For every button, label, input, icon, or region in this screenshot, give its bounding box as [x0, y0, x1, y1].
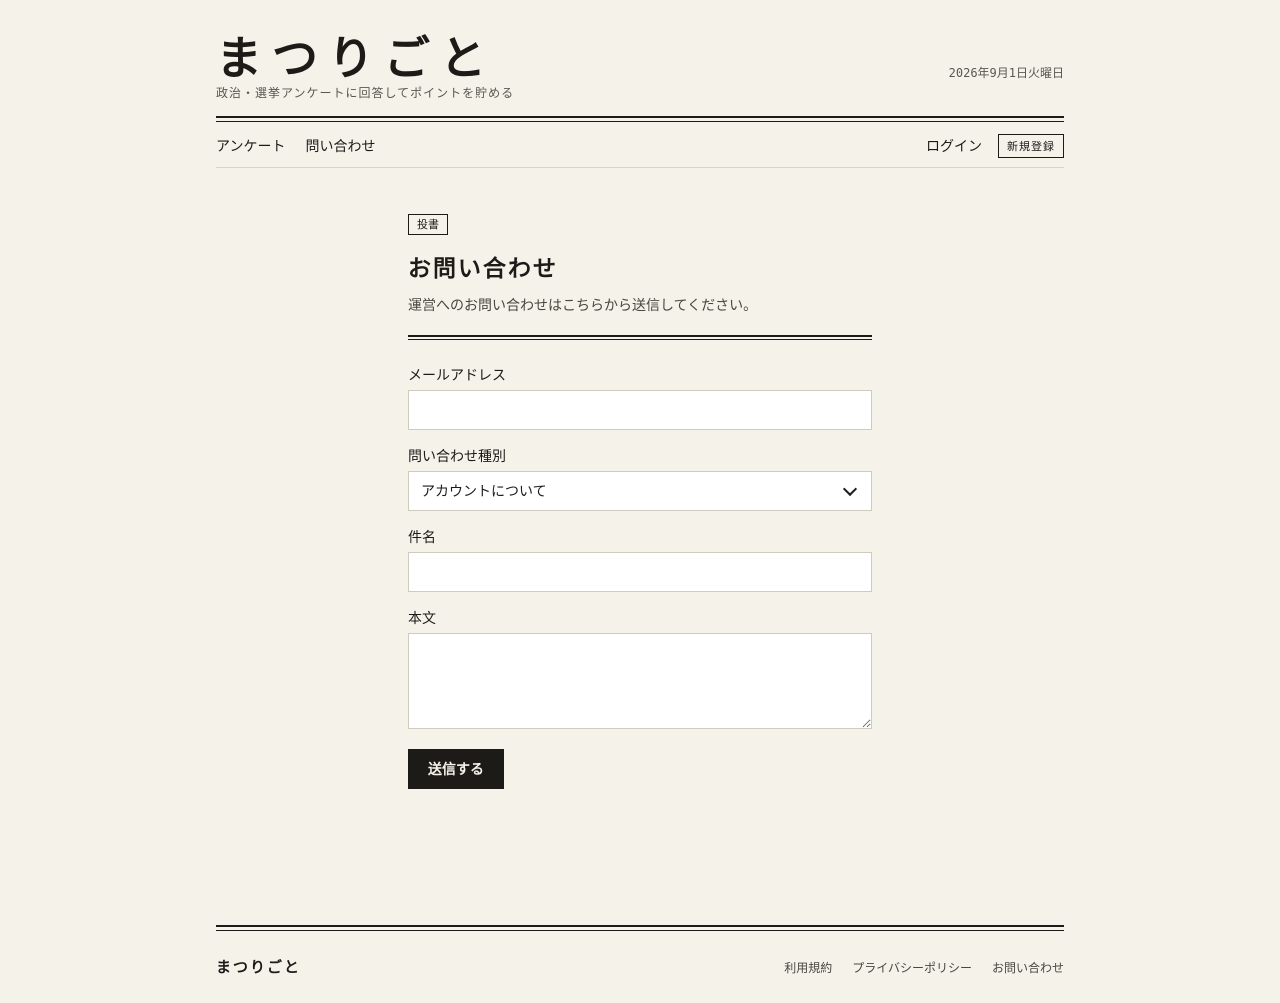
contact-form: メールアドレス 問い合わせ種別 アカウントについて 件名 本文 送信する	[408, 365, 872, 789]
nav-item-survey[interactable]: アンケート	[216, 136, 285, 156]
subject-input[interactable]	[408, 552, 872, 592]
main-nav: アンケート 問い合わせ ログイン 新規登録	[216, 134, 1064, 158]
footer-link-contact[interactable]: お問い合わせ	[992, 959, 1064, 976]
footer-link-privacy[interactable]: プライバシーポリシー	[852, 959, 972, 976]
title-rule	[408, 335, 872, 340]
signup-button[interactable]: 新規登録	[998, 134, 1064, 158]
footer-link-terms[interactable]: 利用規約	[784, 959, 832, 976]
section-badge: 投書	[408, 214, 448, 235]
login-link[interactable]: ログイン	[926, 136, 982, 156]
subject-field-group: 件名	[408, 527, 872, 592]
email-label: メールアドレス	[408, 368, 506, 384]
page-title: お問い合わせ	[408, 255, 558, 282]
body-textarea[interactable]	[408, 633, 872, 729]
email-field-group: メールアドレス	[408, 365, 872, 430]
page-lead: 運営へのお問い合わせはこちらから送信してください。	[408, 298, 758, 314]
category-selected-value: アカウントについて	[421, 484, 547, 500]
site-title[interactable]: まつりごと	[216, 28, 496, 88]
nav-divider	[216, 167, 1064, 168]
footer-rule	[216, 925, 1064, 931]
category-select[interactable]: アカウントについて	[408, 471, 872, 511]
subject-label: 件名	[408, 530, 436, 546]
contact-section: 投書 お問い合わせ 運営へのお問い合わせはこちらから送信してください。 メールア…	[408, 213, 872, 789]
footer-brand[interactable]: まつりごと	[216, 956, 301, 977]
footer-links: 利用規約 プライバシーポリシー お問い合わせ	[784, 959, 1064, 976]
site-tagline: 政治・選挙アンケートに回答してポイントを貯める	[216, 86, 515, 100]
nav-left-group: アンケート 問い合わせ	[216, 136, 375, 156]
email-input[interactable]	[408, 390, 872, 430]
nav-item-contact[interactable]: 問い合わせ	[305, 136, 375, 156]
current-date: 2026年9月1日火曜日	[948, 66, 1064, 80]
chevron-down-icon	[842, 481, 858, 497]
header-rule	[216, 116, 1064, 122]
category-field-group: 問い合わせ種別 アカウントについて	[408, 446, 872, 511]
submit-button[interactable]: 送信する	[408, 749, 504, 789]
category-label: 問い合わせ種別	[408, 449, 506, 465]
body-label: 本文	[408, 611, 436, 627]
nav-right-group: ログイン 新規登録	[926, 134, 1064, 158]
body-field-group: 本文	[408, 608, 872, 729]
